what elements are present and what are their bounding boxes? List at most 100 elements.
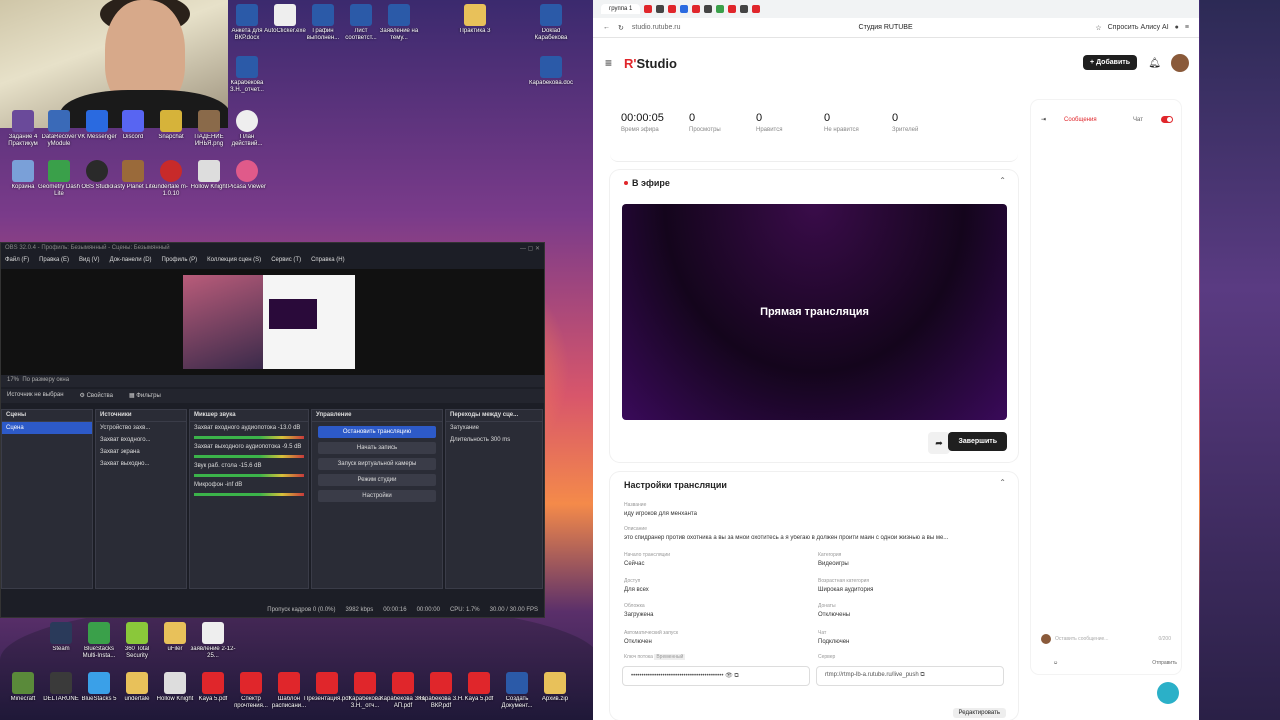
desktop-file[interactable]: Карабекова З.Н._отчет...: [224, 56, 270, 94]
volume-meter[interactable]: [194, 436, 304, 439]
favicon-icon[interactable]: [680, 5, 689, 13]
stop-stream-button[interactable]: Остановить трансляцию: [318, 426, 436, 438]
eye-icon[interactable]: 👁︎: [725, 673, 733, 679]
chat-header: ⇥ Сообщения Чат: [1041, 116, 1173, 123]
properties-button[interactable]: ⚙ Свойства: [80, 392, 113, 400]
favicon-icon[interactable]: [716, 5, 725, 13]
chevron-up-icon[interactable]: ⌃: [999, 176, 1006, 185]
transition-select[interactable]: Затухание: [446, 422, 542, 434]
app-icon: [50, 672, 72, 694]
extension-icon[interactable]: ●: [1175, 24, 1179, 31]
desktop-file[interactable]: Карабекова.doc: [528, 56, 574, 94]
filters-button[interactable]: ▦ Фильтры: [129, 392, 161, 400]
desktop-icon[interactable]: заявление 2-12-25...: [190, 622, 236, 660]
zoom-value[interactable]: 17%: [7, 377, 19, 383]
virtual-camera-button[interactable]: Запуск виртуальной камеры: [318, 458, 436, 470]
field-access: Доступ Для всех: [624, 578, 649, 593]
browser-tab[interactable]: группа 1: [601, 4, 641, 14]
favicon-icon[interactable]: [752, 5, 761, 13]
mixer-channel-name: Захват выходного аудиопотока -9.5 dB: [194, 444, 302, 450]
favicon-icon[interactable]: [704, 5, 713, 13]
menu-file[interactable]: Файл (F): [5, 257, 29, 267]
edit-button[interactable]: Редактировать: [952, 708, 1006, 718]
favicon-icon[interactable]: [644, 5, 653, 13]
source-item[interactable]: Захват экрана: [96, 446, 186, 458]
stream-key-field[interactable]: ••••••••••••••••••••••••••••••••••••••••…: [622, 666, 810, 686]
menu-scene-collection[interactable]: Коллекция сцен (S): [207, 257, 261, 267]
menu-tools[interactable]: Сервис (T): [271, 257, 301, 267]
share-button[interactable]: ➦: [928, 432, 950, 454]
emoji-icon[interactable]: ☺: [1053, 660, 1058, 666]
video-player[interactable]: Прямая трансляция: [622, 204, 1007, 420]
desktop-icon[interactable]: Архив.zip: [532, 672, 578, 710]
settings-button[interactable]: Настройки: [318, 490, 436, 502]
app-icon: [48, 110, 70, 132]
zoom-mode[interactable]: По размеру окна: [22, 377, 69, 383]
menu-profile[interactable]: Профиль (P): [162, 257, 198, 267]
menu-help[interactable]: Справка (H): [311, 257, 345, 267]
app-icon: [316, 672, 338, 694]
window-controls-icon[interactable]: — ▢ ✕: [520, 245, 540, 253]
hamburger-icon[interactable]: ≡: [605, 56, 612, 70]
favicon-icon[interactable]: [668, 5, 677, 13]
desktop-file[interactable]: Doklad Карабекова: [528, 4, 574, 42]
word-icon: [236, 4, 258, 26]
back-icon[interactable]: ←: [603, 24, 610, 31]
tab-messages[interactable]: Сообщения: [1064, 117, 1097, 123]
favicon-icon[interactable]: [692, 5, 701, 13]
controls-header: Управление: [312, 410, 442, 422]
menu-edit[interactable]: Правка (E): [39, 257, 69, 267]
avatar[interactable]: [1171, 54, 1189, 72]
alice-button[interactable]: Спросить Алису AI: [1108, 24, 1169, 31]
menu-view[interactable]: Вид (V): [79, 257, 100, 267]
tab-chat[interactable]: Чат: [1133, 117, 1143, 123]
start-recording-button[interactable]: Начать запись: [318, 442, 436, 454]
snapchat-icon: [160, 110, 182, 132]
help-chat-icon[interactable]: [1157, 682, 1179, 704]
field-start: Начало трансляции Сейчас: [624, 552, 670, 567]
chat-toggle[interactable]: [1161, 116, 1173, 123]
desktop-folder[interactable]: Практика 3: [452, 4, 498, 42]
studio-logo[interactable]: R'Studio: [624, 56, 677, 71]
source-item[interactable]: Устройство захв...: [96, 422, 186, 434]
copy-icon[interactable]: ⧉: [920, 672, 924, 678]
settings-title: Настройки трансляции: [624, 480, 727, 490]
desktop-file[interactable]: Заявление на тему...: [376, 4, 422, 42]
chat-panel: ⇥ Сообщения Чат Оставить сообщение... 0/…: [1031, 100, 1181, 674]
menu-icon[interactable]: ≡: [1185, 24, 1189, 31]
favicon-icon[interactable]: [740, 5, 749, 13]
bell-icon[interactable]: 🔔︎: [1148, 58, 1161, 69]
chat-input-row: Оставить сообщение... 0/200: [1041, 634, 1171, 644]
copy-icon[interactable]: ⧉: [734, 673, 738, 679]
volume-meter[interactable]: [194, 455, 304, 458]
duration-input[interactable]: 300 ms: [491, 437, 511, 443]
finish-button[interactable]: Завершить: [948, 432, 1007, 451]
menu-docks[interactable]: Док-панели (D): [110, 257, 152, 267]
source-item[interactable]: Захват входного...: [96, 434, 186, 446]
chevron-up-icon[interactable]: ⌃: [999, 478, 1006, 487]
desktop-icon[interactable]: Picasa Viewer: [224, 160, 270, 198]
refresh-icon[interactable]: ↻: [618, 24, 624, 32]
source-item[interactable]: Захват выходно...: [96, 458, 186, 470]
scene-item[interactable]: Сцена: [2, 422, 92, 434]
app-icon: [164, 622, 186, 644]
favicon-icon[interactable]: [728, 5, 737, 13]
app-icon: [164, 672, 186, 694]
bookmark-icon[interactable]: ☆: [1095, 24, 1101, 32]
add-button[interactable]: + Добавить: [1083, 55, 1137, 70]
volume-meter[interactable]: [194, 474, 304, 477]
server-field[interactable]: rtmp://rtmp-lb-a.rutube.ru/live_push ⧉: [816, 666, 1004, 686]
desktop-file[interactable]: План действий...: [224, 110, 270, 148]
volume-meter[interactable]: [194, 493, 304, 496]
send-button[interactable]: Отправить: [1152, 660, 1177, 666]
browser-window: группа 1 ← ↻ studio.rutube.ru Студия RUT…: [593, 0, 1199, 720]
chat-input[interactable]: Оставить сообщение...: [1055, 636, 1108, 642]
obs-icon: [86, 160, 108, 182]
favicon-icon[interactable]: [656, 5, 665, 13]
vk-icon: [86, 110, 108, 132]
collapse-icon[interactable]: ⇥: [1041, 116, 1046, 123]
studio-mode-button[interactable]: Режим студии: [318, 474, 436, 486]
url-field[interactable]: studio.rutube.ru: [632, 24, 681, 31]
word-icon: [236, 56, 258, 78]
obs-preview[interactable]: [1, 269, 544, 375]
